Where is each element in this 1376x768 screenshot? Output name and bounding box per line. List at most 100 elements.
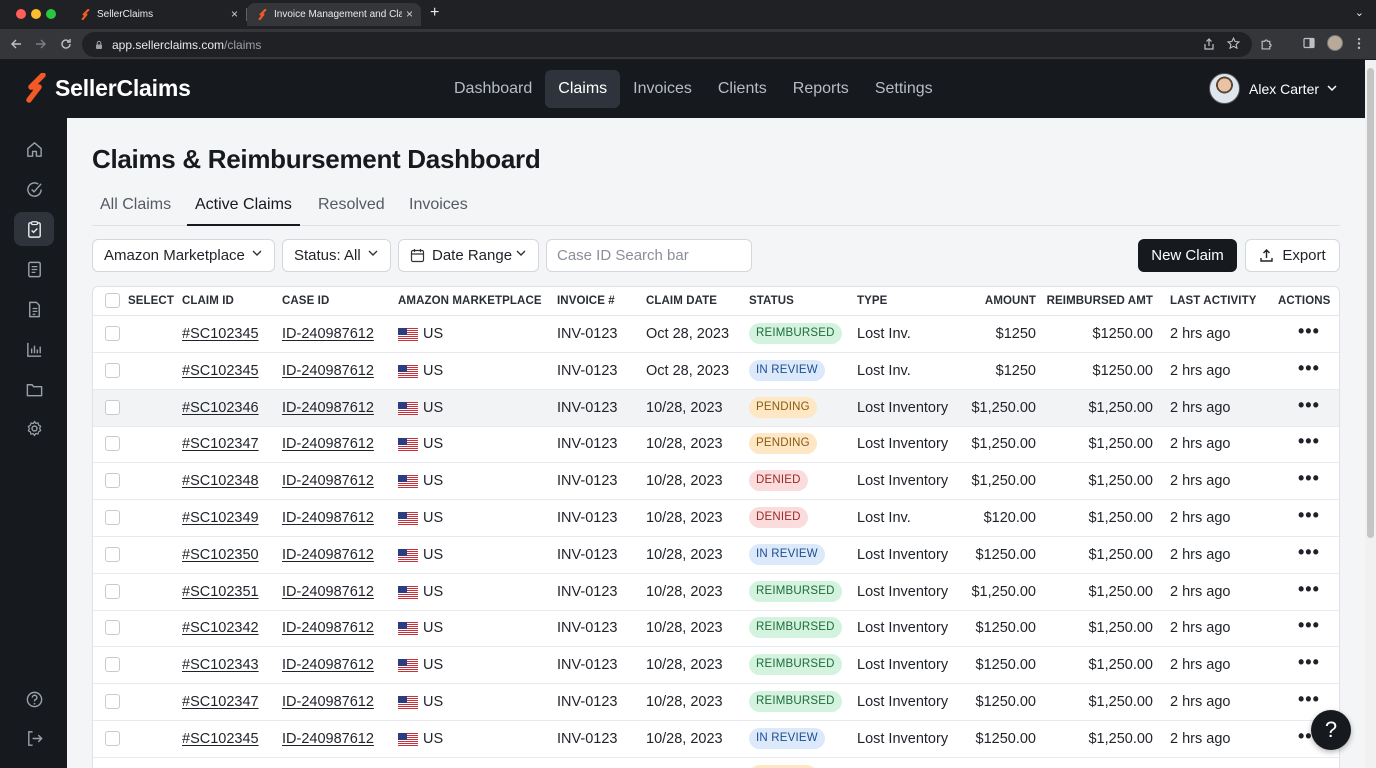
table-row[interactable]: #SC102348 ID-240987612 US INV-0123 10/28, 20… — [93, 463, 1339, 501]
claim-id-link[interactable]: #SC102346 — [182, 400, 259, 416]
claim-id-link[interactable]: #SC102343 — [182, 657, 259, 673]
tab-search-chevron-icon[interactable]: ⌄ — [1355, 6, 1364, 19]
sidebar-item-claims[interactable] — [14, 212, 54, 246]
nav-reports[interactable]: Reports — [780, 70, 862, 108]
row-checkbox[interactable] — [105, 399, 120, 415]
tab-invoices[interactable]: Invoices — [401, 196, 476, 226]
share-icon[interactable] — [1203, 38, 1215, 50]
col-amount[interactable]: AMOUNT — [985, 295, 1036, 307]
row-actions-menu-icon[interactable]: ••• — [1298, 431, 1320, 452]
browser-menu-icon[interactable] — [1356, 37, 1362, 50]
col-claim-id[interactable]: CLAIM ID — [182, 295, 234, 307]
browser-tab-sellerclaims[interactable]: SellerClaims × — [70, 3, 246, 26]
tab-active-claims[interactable]: Active Claims — [187, 196, 300, 226]
case-id-link[interactable]: ID-240987612 — [282, 547, 374, 563]
col-marketplace[interactable]: AMAZON MARKETPLACE — [398, 295, 542, 307]
table-row[interactable]: PENDING — [93, 758, 1339, 768]
nav-dashboard[interactable]: Dashboard — [441, 70, 545, 108]
row-checkbox[interactable] — [105, 546, 120, 562]
sidebar-item-activity[interactable] — [14, 172, 54, 206]
nav-claims[interactable]: Claims — [545, 70, 621, 108]
table-row[interactable]: #SC102347 ID-240987612 US INV-0123 10/28, 20… — [93, 684, 1339, 721]
row-actions-menu-icon[interactable]: ••• — [1298, 652, 1320, 673]
table-row[interactable]: #SC102343 ID-240987612 US INV-0123 10/28, 20… — [93, 647, 1339, 685]
row-actions-menu-icon[interactable]: ••• — [1298, 579, 1320, 600]
claim-id-link[interactable]: #SC102351 — [182, 584, 259, 600]
case-id-link[interactable]: ID-240987612 — [282, 326, 374, 342]
sidebar-item-folders[interactable] — [14, 372, 54, 406]
col-status[interactable]: STATUS — [749, 295, 794, 307]
side-panel-icon[interactable] — [1303, 37, 1315, 49]
row-actions-menu-icon[interactable]: ••• — [1298, 615, 1320, 636]
row-checkbox[interactable] — [105, 473, 120, 489]
tab-close-icon[interactable]: × — [231, 7, 238, 21]
claim-id-link[interactable]: #SC102345 — [182, 363, 259, 379]
claim-id-link[interactable]: #SC102347 — [182, 694, 259, 710]
row-checkbox[interactable] — [105, 362, 120, 378]
row-actions-menu-icon[interactable]: ••• — [1298, 468, 1320, 489]
tab-resolved[interactable]: Resolved — [310, 196, 393, 226]
new-tab-button[interactable]: + — [430, 4, 439, 22]
claim-id-link[interactable]: #SC102350 — [182, 547, 259, 563]
col-reimbursed[interactable]: REIMBURSED AMT — [1047, 295, 1153, 307]
row-checkbox[interactable] — [105, 510, 120, 525]
col-type[interactable]: TYPE — [857, 295, 887, 307]
case-id-link[interactable]: ID-240987612 — [282, 584, 374, 600]
table-row[interactable]: #SC102351 ID-240987612 US INV-0123 10/28, 20… — [93, 574, 1339, 611]
table-row[interactable]: #SC102350 ID-240987612 US INV-0123 10/28, 20… — [93, 537, 1339, 574]
case-id-link[interactable]: ID-240987612 — [282, 657, 374, 673]
case-id-search-input[interactable] — [546, 239, 752, 272]
claim-id-link[interactable]: #SC102347 — [182, 436, 259, 452]
claim-id-link[interactable]: #SC102348 — [182, 473, 259, 489]
col-last-activity[interactable]: LAST ACTIVITY — [1170, 295, 1256, 307]
case-id-link[interactable]: ID-240987612 — [282, 731, 374, 747]
row-checkbox[interactable] — [105, 620, 120, 636]
nav-invoices[interactable]: Invoices — [620, 70, 705, 108]
tab-all-claims[interactable]: All Claims — [92, 196, 179, 226]
sidebar-item-logout[interactable] — [14, 721, 54, 755]
row-actions-menu-icon[interactable]: ••• — [1298, 689, 1320, 710]
sidebar-item-home[interactable] — [14, 132, 54, 166]
case-id-link[interactable]: ID-240987612 — [282, 436, 374, 452]
back-arrow-icon[interactable] — [10, 38, 22, 50]
table-row[interactable]: #SC102342 ID-240987612 US INV-0123 10/28, 20… — [93, 610, 1339, 648]
table-row[interactable]: #SC102345 ID-240987612 US INV-0123 Oct 28, 2… — [93, 316, 1339, 353]
sidebar-item-settings[interactable] — [14, 411, 54, 445]
row-checkbox[interactable] — [105, 657, 120, 673]
sidebar-item-invoices[interactable] — [14, 252, 54, 286]
extensions-puzzle-icon[interactable] — [1260, 37, 1273, 50]
window-close-control[interactable] — [16, 9, 26, 19]
tab-close-icon[interactable]: × — [406, 7, 413, 21]
case-id-link[interactable]: ID-240987612 — [282, 694, 374, 710]
case-id-link[interactable]: ID-240987612 — [282, 620, 374, 636]
row-checkbox[interactable] — [105, 326, 120, 341]
row-actions-menu-icon[interactable]: ••• — [1298, 358, 1320, 379]
claim-id-link[interactable]: #SC102342 — [182, 620, 259, 636]
page-scrollbar[interactable] — [1365, 60, 1376, 768]
row-checkbox[interactable] — [105, 583, 120, 599]
case-id-link[interactable]: ID-240987612 — [282, 473, 374, 489]
browser-tab-invoice-management[interactable]: Invoice Management and Claims × — [247, 3, 421, 26]
user-menu[interactable]: Alex Carter — [1209, 73, 1337, 104]
site-info-icon[interactable] — [94, 40, 104, 50]
help-button[interactable]: ? — [1311, 710, 1351, 750]
case-id-link[interactable]: ID-240987612 — [282, 363, 374, 379]
browser-profile-avatar[interactable] — [1327, 35, 1343, 51]
claim-id-link[interactable]: #SC102349 — [182, 510, 259, 526]
row-checkbox[interactable] — [105, 730, 120, 746]
nav-clients[interactable]: Clients — [705, 70, 780, 108]
table-row[interactable]: #SC102345 ID-240987612 US INV-0123 10/28, 20… — [93, 721, 1339, 758]
case-id-link[interactable]: ID-240987612 — [282, 510, 374, 526]
row-actions-menu-icon[interactable]: ••• — [1298, 505, 1320, 526]
reload-icon[interactable] — [60, 38, 72, 50]
col-invoice[interactable]: INVOICE # — [557, 295, 615, 307]
nav-settings[interactable]: Settings — [862, 70, 946, 108]
marketplace-dropdown[interactable]: Amazon Marketplace — [92, 239, 275, 272]
status-dropdown[interactable]: Status: All — [282, 239, 391, 272]
row-actions-menu-icon[interactable]: ••• — [1298, 542, 1320, 563]
bookmark-star-icon[interactable] — [1227, 37, 1240, 50]
sidebar-item-reports[interactable] — [14, 332, 54, 366]
window-zoom-control[interactable] — [46, 9, 56, 19]
row-checkbox[interactable] — [105, 436, 120, 452]
col-case-id[interactable]: CASE ID — [282, 295, 329, 307]
